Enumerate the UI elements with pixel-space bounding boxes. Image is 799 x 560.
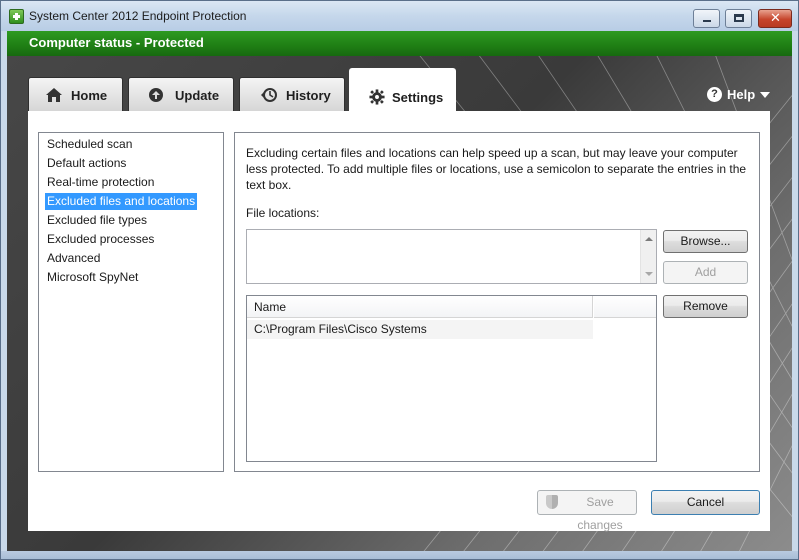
title-bar[interactable]: System Center 2012 Endpoint Protection ✕ xyxy=(1,1,798,31)
tab-update-label: Update xyxy=(175,88,220,103)
gear-icon xyxy=(369,89,385,105)
remove-button[interactable]: Remove xyxy=(663,295,748,318)
tab-home-label: Home xyxy=(71,88,108,103)
save-changes-label: Save changes xyxy=(577,495,623,532)
sidebar-item-excluded-files-and-locations[interactable]: Excluded files and locations xyxy=(45,193,198,210)
save-changes-button[interactable]: Save changes xyxy=(537,490,637,532)
browse-button[interactable]: Browse... xyxy=(663,230,748,253)
tab-history[interactable]: History xyxy=(239,77,345,111)
status-banner: Computer status - Protected xyxy=(7,31,792,56)
help-icon: ? xyxy=(707,87,722,102)
settings-content: Scheduled scan Default actions Real-time… xyxy=(28,111,770,532)
file-locations-input[interactable] xyxy=(246,229,657,284)
add-button[interactable]: Add xyxy=(663,261,748,284)
sidebar-item-excluded-file-types[interactable]: Excluded file types xyxy=(45,212,149,229)
settings-category-list: Scheduled scan Default actions Real-time… xyxy=(38,132,224,472)
window-bottom-border xyxy=(1,551,798,559)
tab-home[interactable]: Home xyxy=(28,77,123,111)
shield-icon xyxy=(546,495,558,509)
minimize-button[interactable] xyxy=(693,9,720,28)
exclusions-description: Excluding certain files and locations ca… xyxy=(246,146,747,192)
cancel-button[interactable]: Cancel xyxy=(651,490,760,515)
tab-history-label: History xyxy=(286,88,331,103)
chevron-down-icon xyxy=(760,92,770,98)
app-shield-icon xyxy=(9,9,24,24)
app-window: System Center 2012 Endpoint Protection ✕… xyxy=(0,0,799,560)
column-header-filler xyxy=(594,296,656,318)
close-icon: ✕ xyxy=(770,11,781,26)
sidebar-item-default-actions[interactable]: Default actions xyxy=(45,155,128,172)
sidebar-item-excluded-processes[interactable]: Excluded processes xyxy=(45,231,156,248)
scroll-down-icon[interactable] xyxy=(645,272,653,276)
update-icon xyxy=(149,88,163,102)
scroll-up-icon[interactable] xyxy=(645,237,653,241)
computer-status: Computer status - Protected xyxy=(29,35,204,50)
table-row[interactable]: C:\Program Files\Cisco Systems xyxy=(247,320,593,339)
file-locations-label: File locations: xyxy=(246,206,320,220)
sidebar-item-scheduled-scan[interactable]: Scheduled scan xyxy=(45,136,134,153)
sidebar-item-advanced[interactable]: Advanced xyxy=(45,250,102,267)
close-button[interactable]: ✕ xyxy=(758,9,792,28)
excluded-locations-table: Name C:\Program Files\Cisco Systems xyxy=(246,295,657,462)
history-icon xyxy=(261,88,277,102)
exclusions-panel: Excluding certain files and locations ca… xyxy=(234,132,760,472)
help-label: Help xyxy=(727,87,756,102)
maximize-button[interactable] xyxy=(725,9,752,28)
window-title: System Center 2012 Endpoint Protection xyxy=(29,9,247,23)
tab-update[interactable]: Update xyxy=(128,77,234,111)
maximize-icon xyxy=(734,14,744,22)
minimize-icon xyxy=(703,20,711,22)
tab-settings[interactable]: Settings xyxy=(349,68,456,112)
tab-settings-label: Settings xyxy=(392,90,444,105)
file-locations-scrollbar[interactable] xyxy=(640,230,656,283)
home-icon xyxy=(46,88,62,102)
sidebar-item-real-time-protection[interactable]: Real-time protection xyxy=(45,174,156,191)
sidebar-item-microsoft-spynet[interactable]: Microsoft SpyNet xyxy=(45,269,140,286)
column-header-name[interactable]: Name xyxy=(247,296,593,318)
